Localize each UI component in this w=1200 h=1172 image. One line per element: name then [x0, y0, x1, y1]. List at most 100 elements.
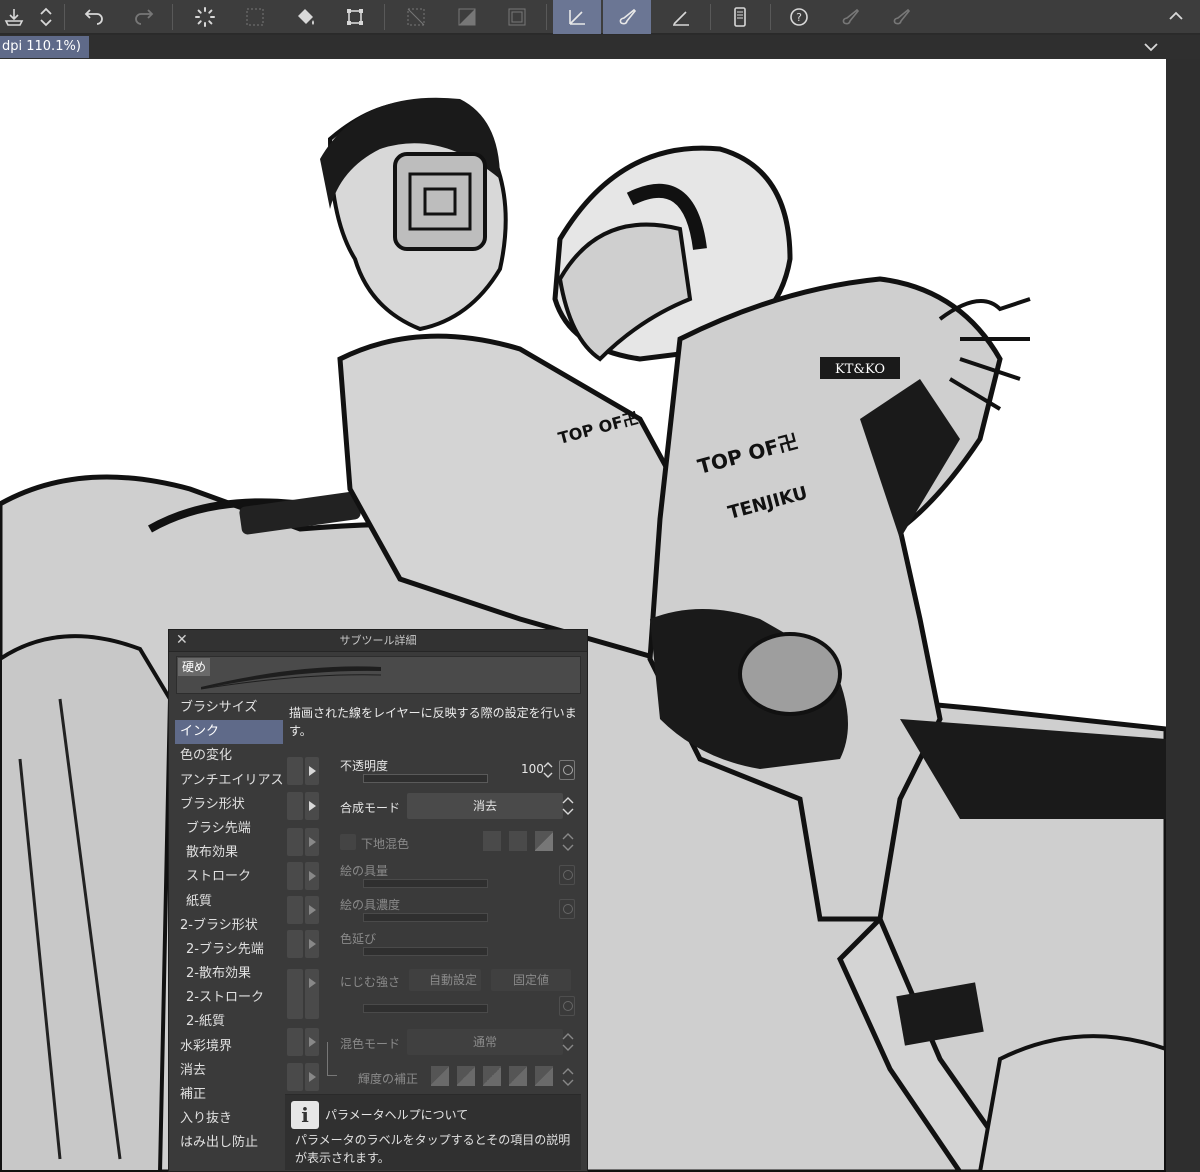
curve-3-icon[interactable] — [483, 1066, 501, 1086]
document-tab[interactable]: dpi 110.1%) — [0, 36, 89, 58]
pin-toggle[interactable] — [287, 862, 303, 890]
category-item[interactable]: ブラシサイズ — [175, 696, 283, 720]
dropdown-arrows-icon[interactable] — [561, 794, 575, 818]
dropdown-arrows-icon[interactable] — [561, 1030, 575, 1054]
mix-type-3-icon[interactable] — [535, 831, 553, 851]
brush-tool-icon[interactable] — [603, 0, 651, 34]
invert-selection-icon[interactable] — [443, 0, 491, 34]
opacity-value[interactable]: 100 — [521, 762, 544, 776]
pin-toggle[interactable] — [287, 1028, 303, 1056]
close-icon[interactable]: ✕ — [176, 632, 190, 648]
pressure-icon[interactable] — [559, 996, 575, 1016]
category-item[interactable]: 水彩境界 — [175, 1035, 283, 1059]
pen-tool-icon[interactable] — [553, 0, 601, 34]
color-stretch-label[interactable]: 色延び — [340, 930, 376, 947]
mix-mode-label[interactable]: 混色モード — [340, 1035, 400, 1052]
quick-access-1-icon[interactable] — [826, 0, 874, 34]
underlay-mix-label[interactable]: 下地混色 — [361, 835, 409, 852]
category-item[interactable]: インク — [175, 720, 283, 745]
blend-mode-select[interactable]: 消去 — [407, 793, 563, 819]
clear-selection-icon[interactable] — [493, 0, 541, 34]
pin-toggle[interactable] — [287, 930, 303, 958]
pin-toggle[interactable] — [287, 792, 303, 820]
category-item[interactable]: 色の変化 — [175, 744, 283, 768]
undo-icon[interactable] — [70, 0, 118, 34]
redo-icon[interactable] — [120, 0, 168, 34]
category-item[interactable]: ブラシ形状 — [175, 793, 283, 817]
category-item[interactable]: 紙質 — [175, 890, 283, 914]
paint-amount-label[interactable]: 絵の具量 — [340, 862, 388, 879]
category-item[interactable]: 2-紙質 — [175, 1010, 283, 1034]
canvas-scroll-gutter[interactable] — [1166, 59, 1200, 1172]
category-item[interactable]: 2-ブラシ形状 — [175, 914, 283, 938]
ruler-pen-icon[interactable] — [657, 0, 705, 34]
category-item[interactable]: 消去 — [175, 1059, 283, 1083]
pressure-icon[interactable] — [559, 899, 575, 919]
curve-5-icon[interactable] — [535, 1066, 553, 1086]
pin-toggle[interactable] — [287, 896, 303, 924]
auto-setting-button[interactable]: 自動設定 — [409, 969, 481, 991]
paint-density-slider[interactable] — [363, 913, 488, 922]
pin-toggle[interactable] — [287, 1063, 303, 1091]
color-stretch-slider[interactable] — [363, 947, 488, 956]
quick-access-2-icon[interactable] — [877, 0, 925, 34]
category-item[interactable]: アンチエイリアス — [175, 769, 283, 793]
underlay-mix-checkbox[interactable] — [340, 834, 356, 850]
expand-arrow-icon[interactable] — [305, 930, 319, 958]
mix-type-1-icon[interactable] — [483, 831, 501, 851]
tablet-icon[interactable] — [716, 0, 764, 34]
expand-arrow-icon[interactable] — [305, 896, 319, 924]
curve-1-icon[interactable] — [431, 1066, 449, 1086]
category-item[interactable]: 2-散布効果 — [175, 962, 283, 986]
command-bar: ? — [0, 0, 1200, 34]
expand-arrow-icon[interactable] — [305, 1028, 319, 1056]
pressure-icon[interactable] — [559, 865, 575, 885]
pin-toggle[interactable] — [287, 969, 303, 1019]
expand-arrow-icon[interactable] — [305, 757, 319, 785]
deselect-icon[interactable] — [392, 0, 440, 34]
category-item[interactable]: 入り抜き — [175, 1107, 283, 1131]
category-item[interactable]: 2-ブラシ先端 — [175, 938, 283, 962]
collapse-icon[interactable] — [1152, 0, 1200, 34]
dropdown-arrows-icon[interactable] — [561, 830, 575, 854]
paint-amount-slider[interactable] — [363, 879, 488, 888]
brightness-correction-label[interactable]: 輝度の補正 — [358, 1070, 418, 1087]
expand-arrow-icon[interactable] — [305, 828, 319, 856]
expand-arrow-icon[interactable] — [305, 1063, 319, 1091]
brush-preview: 硬め — [176, 656, 581, 694]
dropdown-arrows-icon[interactable] — [561, 1065, 575, 1089]
select-all-icon[interactable] — [231, 0, 279, 34]
category-item[interactable]: 2-ストローク — [175, 986, 283, 1010]
pin-toggle[interactable] — [287, 757, 303, 785]
help-icon[interactable]: ? — [775, 0, 823, 34]
curve-2-icon[interactable] — [457, 1066, 475, 1086]
pin-toggle[interactable] — [287, 828, 303, 856]
paint-density-label[interactable]: 絵の具濃度 — [340, 896, 400, 913]
fixed-value-button[interactable]: 固定値 — [491, 969, 571, 991]
category-item[interactable]: ブラシ先端 — [175, 817, 283, 841]
opacity-slider[interactable] — [363, 774, 488, 783]
fill-bucket-icon[interactable] — [282, 0, 330, 34]
spinner-icon[interactable] — [543, 759, 553, 781]
blur-strength-label[interactable]: にじむ強さ — [340, 973, 400, 990]
curve-4-icon[interactable] — [509, 1066, 527, 1086]
mix-type-2-icon[interactable] — [509, 831, 527, 851]
mix-mode-select[interactable]: 通常 — [407, 1029, 563, 1055]
opacity-label[interactable]: 不透明度 — [340, 757, 388, 774]
category-item[interactable]: 散布効果 — [175, 841, 283, 865]
category-item[interactable]: 補正 — [175, 1083, 283, 1107]
panel-title[interactable]: サブツール詳細 — [169, 630, 587, 652]
expand-arrow-icon[interactable] — [305, 969, 319, 1019]
category-item[interactable]: ストローク — [175, 865, 283, 889]
loading-spinner-icon[interactable] — [181, 0, 229, 34]
transform-icon[interactable] — [331, 0, 379, 34]
pressure-icon[interactable] — [559, 760, 575, 780]
blend-mode-label[interactable]: 合成モード — [340, 799, 400, 816]
toolbar-divider — [546, 4, 547, 30]
chevron-down-icon[interactable] — [1142, 38, 1160, 56]
swap-icon[interactable] — [22, 0, 70, 34]
blur-strength-slider[interactable] — [363, 1004, 488, 1013]
expand-arrow-icon[interactable] — [305, 862, 319, 890]
expand-arrow-icon[interactable] — [305, 792, 319, 820]
category-item[interactable]: はみ出し防止 — [175, 1131, 283, 1155]
